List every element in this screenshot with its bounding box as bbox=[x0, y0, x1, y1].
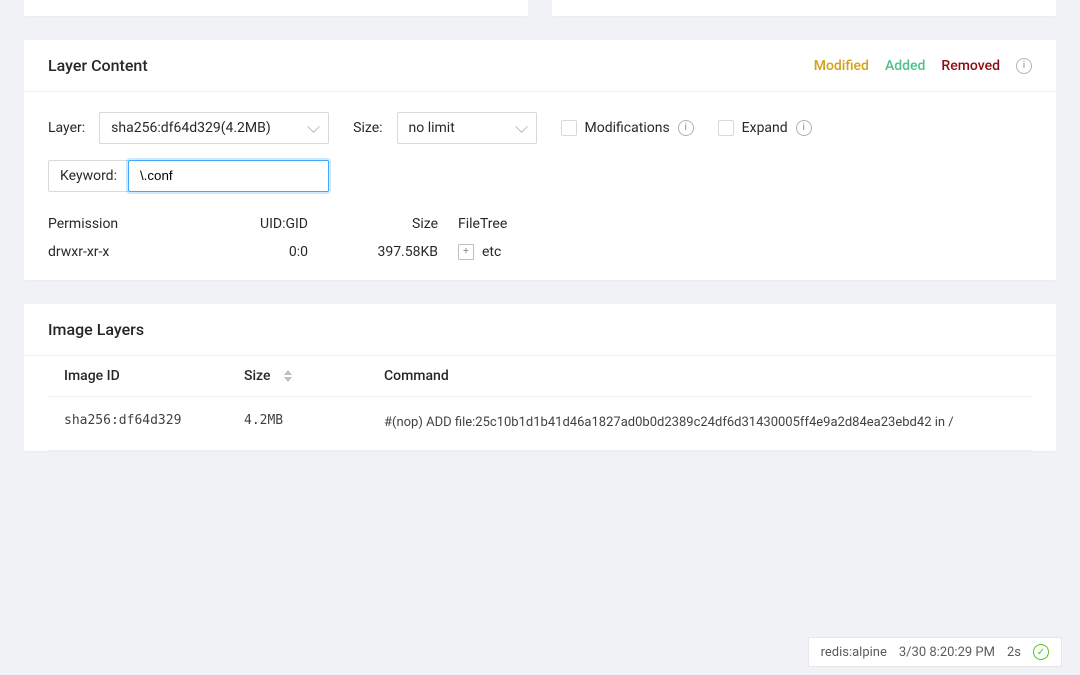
col-filetree: FileTree bbox=[458, 216, 1032, 232]
size-selected-value: no limit bbox=[409, 120, 455, 136]
cell-size: 397.58KB bbox=[328, 244, 458, 260]
keyword-label: Keyword: bbox=[48, 160, 129, 192]
col-size-label: Size bbox=[244, 368, 270, 384]
modifications-checkbox[interactable] bbox=[561, 120, 577, 136]
cell-image-id: sha256:df64d329 bbox=[48, 397, 228, 451]
layer-selected-value: sha256:df64d329(4.2MB) bbox=[111, 120, 271, 136]
layer-content-header: Layer Content Modified Added Removed i bbox=[24, 40, 1056, 92]
expand-toggle[interactable]: Expand i bbox=[718, 120, 812, 136]
card-placeholder-right bbox=[552, 0, 1056, 16]
status-image: redis:alpine bbox=[821, 645, 887, 660]
col-command-label: Command bbox=[384, 368, 449, 384]
info-icon[interactable]: i bbox=[678, 120, 694, 136]
caret-up-icon bbox=[284, 370, 292, 375]
col-image-id-label: Image ID bbox=[64, 368, 120, 384]
filetree-header-row: Permission UID:GID Size FileTree bbox=[48, 216, 1032, 232]
filter-row-1: Layer: sha256:df64d329(4.2MB) Size: no l… bbox=[48, 112, 1032, 144]
col-size[interactable]: Size bbox=[228, 356, 368, 397]
col-image-id[interactable]: Image ID bbox=[48, 356, 228, 397]
info-icon[interactable]: i bbox=[796, 120, 812, 136]
layer-select[interactable]: sha256:df64d329(4.2MB) bbox=[99, 112, 329, 144]
filter-row-2: Keyword: bbox=[48, 160, 1032, 192]
image-layers-header: Image Layers bbox=[24, 304, 1056, 356]
legend-modified: Modified bbox=[814, 58, 869, 74]
col-size: Size bbox=[328, 216, 458, 232]
filetree-name[interactable]: etc bbox=[482, 244, 501, 260]
change-legend: Modified Added Removed i bbox=[814, 58, 1032, 74]
layer-filter: Layer: sha256:df64d329(4.2MB) bbox=[48, 112, 329, 144]
sort-icon[interactable] bbox=[284, 370, 292, 382]
cell-uidgid: 0:0 bbox=[218, 244, 328, 260]
image-layers-card: Image Layers Image ID Size bbox=[24, 304, 1056, 451]
cell-command: #(nop) ADD file:25c10b1d1b41d46a1827ad0b… bbox=[368, 397, 1032, 451]
status-bar: redis:alpine 3/30 8:20:29 PM 2s ✓ bbox=[808, 637, 1062, 667]
expand-label: Expand bbox=[742, 120, 788, 136]
layer-content-title: Layer Content bbox=[48, 56, 148, 75]
col-uidgid: UID:GID bbox=[218, 216, 328, 232]
status-duration: 2s bbox=[1007, 645, 1021, 660]
image-layers-body: Image ID Size Command s bbox=[24, 356, 1056, 451]
card-placeholder-left bbox=[24, 0, 528, 16]
size-select[interactable]: no limit bbox=[397, 112, 537, 144]
check-circle-icon: ✓ bbox=[1033, 644, 1049, 660]
modifications-toggle[interactable]: Modifications i bbox=[561, 120, 694, 136]
status-time: 3/30 8:20:29 PM bbox=[899, 645, 995, 660]
col-command[interactable]: Command bbox=[368, 356, 1032, 397]
expand-icon[interactable]: + bbox=[458, 244, 474, 260]
keyword-input[interactable] bbox=[128, 160, 329, 192]
cell-permission: drwxr-xr-x bbox=[48, 244, 218, 260]
info-icon[interactable]: i bbox=[1016, 58, 1032, 74]
table-row: sha256:df64d329 4.2MB #(nop) ADD file:25… bbox=[48, 397, 1032, 451]
keyword-filter: Keyword: bbox=[48, 160, 329, 192]
cell-size: 4.2MB bbox=[228, 397, 368, 451]
col-permission: Permission bbox=[48, 216, 218, 232]
top-panels-placeholder bbox=[0, 0, 1080, 16]
image-layers-title: Image Layers bbox=[48, 320, 144, 339]
size-label: Size: bbox=[353, 112, 382, 144]
filetree-row: drwxr-xr-x 0:0 397.58KB + etc bbox=[48, 244, 1032, 260]
modifications-label: Modifications bbox=[585, 120, 670, 136]
layers-table: Image ID Size Command s bbox=[48, 356, 1032, 451]
layer-content-body: Layer: sha256:df64d329(4.2MB) Size: no l… bbox=[24, 92, 1056, 280]
layer-label: Layer: bbox=[48, 112, 85, 144]
expand-checkbox[interactable] bbox=[718, 120, 734, 136]
size-filter: Size: no limit bbox=[353, 112, 536, 144]
table-header-row: Image ID Size Command bbox=[48, 356, 1032, 397]
legend-removed: Removed bbox=[941, 58, 1000, 74]
cell-filetree: + etc bbox=[458, 244, 1032, 260]
layer-content-card: Layer Content Modified Added Removed i L… bbox=[24, 40, 1056, 280]
legend-added: Added bbox=[885, 58, 925, 74]
caret-down-icon bbox=[284, 377, 292, 382]
